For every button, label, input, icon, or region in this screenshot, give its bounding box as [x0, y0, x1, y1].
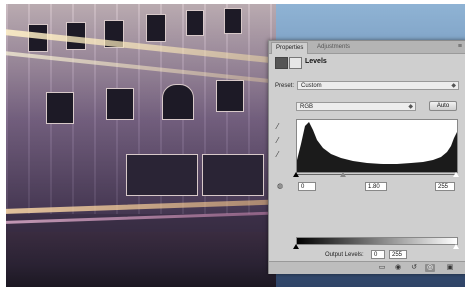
- input-black-field[interactable]: 0: [298, 182, 316, 191]
- window: [224, 8, 242, 34]
- input-white-field[interactable]: 255: [435, 182, 455, 191]
- window: [46, 92, 74, 124]
- levels-adjustment-icon: [275, 57, 288, 69]
- layer-mask-icon[interactable]: [289, 57, 302, 69]
- white-output-slider[interactable]: [453, 244, 459, 249]
- preset-select[interactable]: Custom ◆: [297, 81, 459, 90]
- photoshop-screen: Properties Adjustments ≡ Levels Preset: …: [6, 4, 465, 287]
- tab-properties[interactable]: Properties: [271, 42, 309, 54]
- properties-panel: Properties Adjustments ≡ Levels Preset: …: [268, 40, 465, 274]
- window: [146, 14, 166, 42]
- output-black-field[interactable]: 0: [371, 250, 385, 259]
- window: [162, 84, 194, 120]
- tab-adjustments[interactable]: Adjustments: [313, 42, 354, 53]
- panel-title: Levels: [305, 58, 327, 65]
- output-levels-label: Output Levels:: [325, 252, 364, 258]
- shop-window: [126, 154, 198, 196]
- panel-footer: ▭ ◉ ↺ ◎ ▣: [269, 261, 465, 274]
- auto-button[interactable]: Auto: [429, 101, 457, 111]
- white-point-eyedropper-icon[interactable]: ⁄: [277, 151, 285, 159]
- black-input-slider[interactable]: [293, 172, 299, 177]
- visibility-icon[interactable]: ◎: [425, 264, 435, 272]
- black-output-slider[interactable]: [293, 244, 299, 249]
- levels-histogram: [296, 119, 458, 173]
- clip-to-layer-icon[interactable]: ▭: [377, 264, 387, 272]
- input-midtone-field[interactable]: 1.80: [365, 182, 387, 191]
- preset-value: Custom: [301, 83, 322, 89]
- white-input-slider[interactable]: [453, 172, 459, 177]
- window: [186, 10, 204, 36]
- reset-icon[interactable]: ↺: [409, 264, 419, 272]
- histogram-graph: [297, 122, 457, 172]
- gray-point-eyedropper-icon[interactable]: ⁄: [277, 137, 285, 145]
- black-point-eyedropper-icon[interactable]: ⁄: [277, 123, 285, 131]
- canvas-photo[interactable]: [6, 4, 276, 287]
- chevron-down-icon: ◆: [451, 83, 456, 89]
- midtone-input-slider[interactable]: [340, 172, 346, 177]
- calculate-histogram-icon[interactable]: ◍: [277, 183, 285, 191]
- delete-icon[interactable]: ▣: [445, 264, 455, 272]
- input-slider-track: [296, 174, 456, 175]
- panel-tab-bar: Properties Adjustments ≡: [269, 41, 465, 54]
- shop-window: [202, 154, 264, 196]
- chevron-down-icon: ◆: [408, 104, 413, 110]
- channel-select[interactable]: RGB ◆: [296, 102, 416, 111]
- channel-value: RGB: [300, 104, 314, 110]
- output-gradient-bar: [296, 237, 458, 245]
- window: [106, 88, 134, 120]
- road: [6, 232, 276, 287]
- preset-label: Preset:: [275, 83, 295, 89]
- window: [216, 80, 244, 112]
- view-previous-icon[interactable]: ◉: [393, 264, 403, 272]
- output-white-field[interactable]: 255: [389, 250, 407, 259]
- panel-menu-icon[interactable]: ≡: [458, 43, 462, 50]
